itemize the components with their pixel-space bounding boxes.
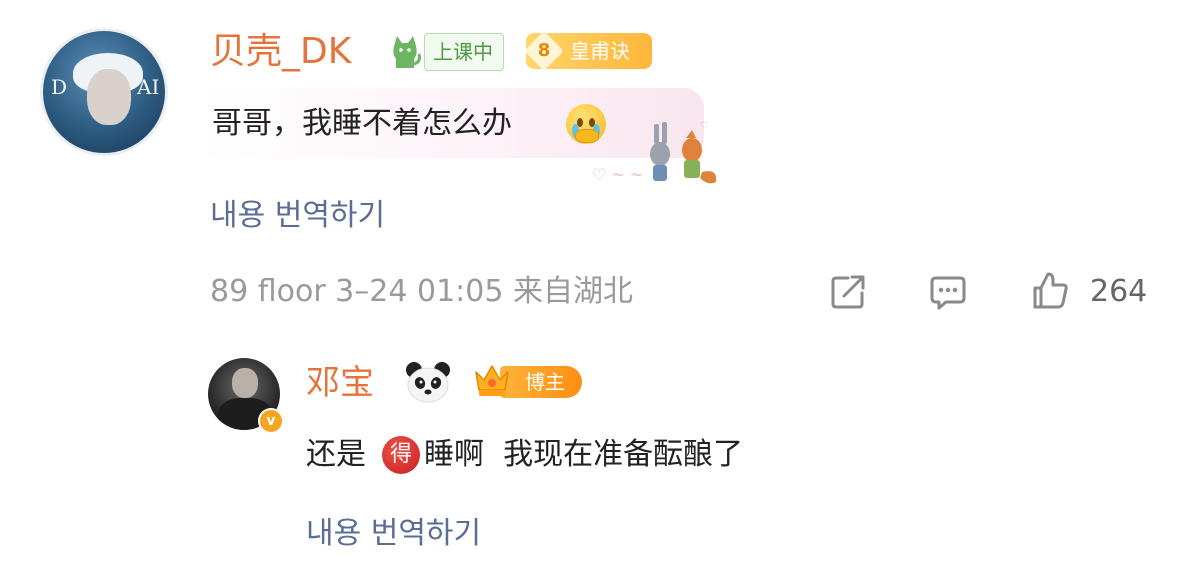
comment-meta: 89 floor 3–24 01:05 来自湖北: [210, 274, 633, 309]
like-count: 264: [1090, 274, 1148, 309]
level-number: 8: [537, 40, 551, 61]
reply-translate-link[interactable]: 내용 번역하기: [306, 514, 481, 554]
crown-icon: [475, 365, 509, 396]
cat-icon: [393, 36, 421, 68]
verified-icon: v: [258, 408, 284, 434]
comment-text: 哥哥，我睡不着怎么办: [212, 106, 512, 141]
de-character-badge: 得: [382, 436, 420, 474]
host-badge: 博主: [470, 358, 582, 402]
comment-icon[interactable]: [928, 272, 968, 312]
avatar[interactable]: D AI: [40, 28, 168, 156]
status-badge: 上课中: [424, 33, 504, 71]
reply-username[interactable]: 邓宝: [306, 362, 374, 404]
like-icon[interactable]: [1030, 270, 1070, 310]
cartoon-sticker-icon: ♡ ~ ~ ♡: [592, 121, 717, 184]
reply-text-end: 睡啊 我现在准备酝酿了: [424, 437, 744, 472]
comment-username[interactable]: 贝壳_DK: [210, 30, 351, 74]
share-icon[interactable]: [828, 272, 868, 312]
level-label: 皇甫诀: [570, 39, 630, 63]
avatar-head: [232, 368, 258, 398]
avatar-text-left: D: [51, 75, 68, 99]
avatar-face: [87, 69, 131, 125]
avatar-text-right: AI: [137, 75, 160, 99]
level-badge: 8 皇甫诀: [524, 31, 652, 71]
svg-text:♡ ~ ~: ♡ ~ ~: [592, 165, 643, 184]
panda-icon: [406, 362, 450, 403]
reply-text-start: 还是: [306, 437, 366, 472]
translate-link[interactable]: 내용 번역하기: [210, 196, 385, 236]
svg-text:♡: ♡: [700, 121, 708, 131]
